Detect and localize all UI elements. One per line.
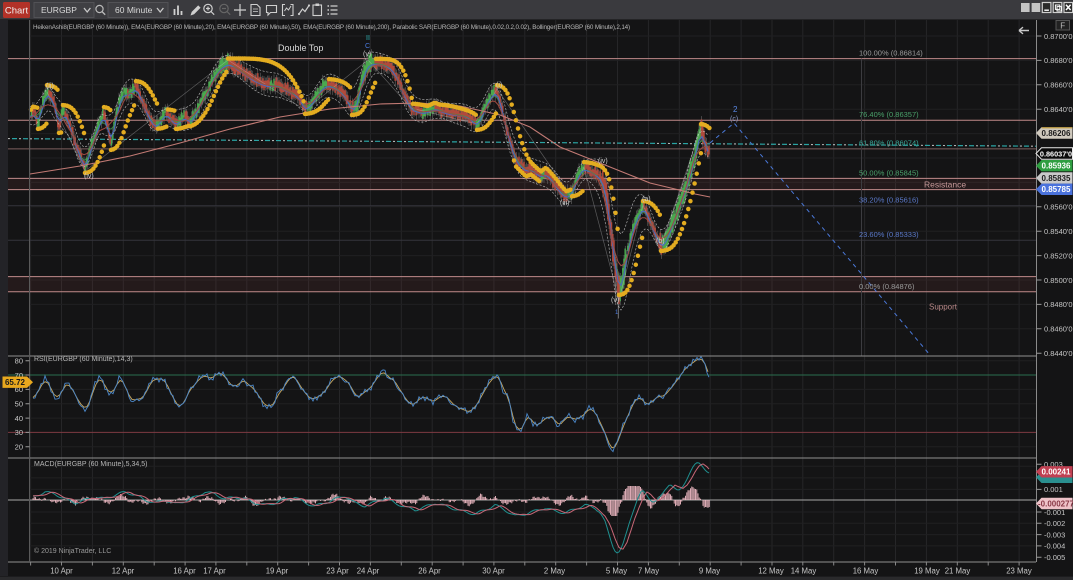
svg-text:0.86206: 0.86206 <box>1042 129 1071 138</box>
svg-text:50: 50 <box>15 400 23 409</box>
svg-text:76.40% (0.86357): 76.40% (0.86357) <box>859 110 919 119</box>
svg-text:0.85835: 0.85835 <box>1042 174 1071 183</box>
svg-text:23 Apr: 23 Apr <box>326 567 349 576</box>
svg-text:21 May: 21 May <box>945 567 971 576</box>
svg-text:0.00% (0.84876): 0.00% (0.84876) <box>859 282 915 291</box>
svg-text:16 Apr: 16 Apr <box>173 567 196 576</box>
svg-text:2 May: 2 May <box>544 567 565 576</box>
svg-text:(v): (v) <box>611 297 619 304</box>
svg-text:HeikenAshi8(EURGBP (60 Minute): HeikenAshi8(EURGBP (60 Minute)), EMA(EUR… <box>33 24 630 31</box>
svg-text:14 May: 14 May <box>791 567 817 576</box>
svg-text:(iii): (iii) <box>560 200 569 207</box>
svg-text:80: 80 <box>15 357 23 366</box>
svg-text:26 Apr: 26 Apr <box>418 567 441 576</box>
svg-text:24 Apr: 24 Apr <box>357 567 380 576</box>
svg-text:30 Apr: 30 Apr <box>482 567 505 576</box>
svg-text:Double Top: Double Top <box>278 43 323 53</box>
svg-text:-0.004: -0.004 <box>1044 542 1065 551</box>
svg-text:100.00% (0.86814): 100.00% (0.86814) <box>859 49 923 58</box>
svg-text:MACD(EURGBP (60 Minute),5,34,5: MACD(EURGBP (60 Minute),5,34,5) <box>34 461 147 468</box>
svg-text:20: 20 <box>15 443 23 452</box>
svg-text:Chart: Chart <box>5 6 29 17</box>
svg-text:-0.000277: -0.000277 <box>1038 499 1073 508</box>
svg-text:(a): (a) <box>642 196 651 203</box>
svg-text:0.8540'0: 0.8540'0 <box>1044 227 1073 236</box>
svg-text:23 May: 23 May <box>1006 567 1032 576</box>
svg-text:(ii): (ii) <box>46 83 54 90</box>
svg-text:II: II <box>366 35 370 42</box>
svg-text:0.8480'0: 0.8480'0 <box>1044 300 1073 309</box>
svg-text:19 Apr: 19 Apr <box>266 567 289 576</box>
svg-text:Resistance: Resistance <box>924 180 966 190</box>
svg-text:0.85936: 0.85936 <box>1042 162 1071 171</box>
svg-text:-0.002: -0.002 <box>1044 519 1065 528</box>
svg-text:19 May: 19 May <box>914 567 940 576</box>
svg-text:23.60% (0.85333): 23.60% (0.85333) <box>859 230 919 239</box>
svg-text:Support: Support <box>929 303 958 312</box>
svg-text:F: F <box>1060 21 1065 30</box>
svg-text:0.85785: 0.85785 <box>1042 185 1071 194</box>
svg-text:0.8500'0: 0.8500'0 <box>1044 276 1073 285</box>
svg-text:0.8560'0: 0.8560'0 <box>1044 203 1073 212</box>
svg-text:50.00% (0.85845): 50.00% (0.85845) <box>859 169 919 178</box>
svg-text:9 May: 9 May <box>699 567 720 576</box>
svg-text:0.8700'0: 0.8700'0 <box>1044 32 1073 41</box>
svg-text:(iv): (iv) <box>84 173 94 180</box>
svg-text:60 Minute: 60 Minute <box>115 5 153 15</box>
svg-text:65.72: 65.72 <box>5 378 26 387</box>
svg-text:38.20% (0.85616): 38.20% (0.85616) <box>859 196 919 205</box>
svg-text:5 May: 5 May <box>606 567 627 576</box>
svg-text:10 Apr: 10 Apr <box>50 567 73 576</box>
svg-text:© 2019 NinjaTrader, LLC: © 2019 NinjaTrader, LLC <box>34 547 111 555</box>
svg-text:(b): (b) <box>656 238 665 245</box>
svg-text:0.8520'0: 0.8520'0 <box>1044 251 1073 260</box>
svg-text:17 Apr: 17 Apr <box>203 567 226 576</box>
svg-text:30: 30 <box>15 428 23 437</box>
svg-text:0.8640'0: 0.8640'0 <box>1044 105 1073 114</box>
svg-text:12 Apr: 12 Apr <box>112 567 135 576</box>
svg-text:7 May: 7 May <box>638 567 659 576</box>
svg-text:61.80% (0.86074): 61.80% (0.86074) <box>859 139 919 148</box>
svg-text:0.86037'0: 0.86037'0 <box>1040 149 1072 158</box>
svg-text:2: 2 <box>733 105 738 114</box>
svg-text:16 May: 16 May <box>853 567 879 576</box>
svg-text:C: C <box>365 43 370 50</box>
svg-text:(i): (i) <box>496 82 502 89</box>
svg-text:RSI(EURGBP (60 Minute),14,3): RSI(EURGBP (60 Minute),14,3) <box>34 356 133 363</box>
svg-text:0.8440'0: 0.8440'0 <box>1044 349 1073 358</box>
svg-text:-0.003: -0.003 <box>1044 530 1065 539</box>
svg-text:EURGBP: EURGBP <box>41 5 77 15</box>
svg-text:(v): (v) <box>363 51 371 58</box>
svg-text:0.00241: 0.00241 <box>1042 468 1071 477</box>
svg-text:0.8680'0: 0.8680'0 <box>1044 56 1073 65</box>
svg-text:(iv): (iv) <box>598 158 608 165</box>
svg-text:-0.005: -0.005 <box>1044 553 1065 562</box>
svg-text:0.8460'0: 0.8460'0 <box>1044 325 1073 334</box>
svg-text:0.8660'0: 0.8660'0 <box>1044 81 1073 90</box>
svg-text:40: 40 <box>15 414 23 423</box>
svg-text:12 May: 12 May <box>758 567 784 576</box>
svg-text:0.001: 0.001 <box>1044 485 1063 494</box>
svg-text:(c): (c) <box>730 116 738 123</box>
